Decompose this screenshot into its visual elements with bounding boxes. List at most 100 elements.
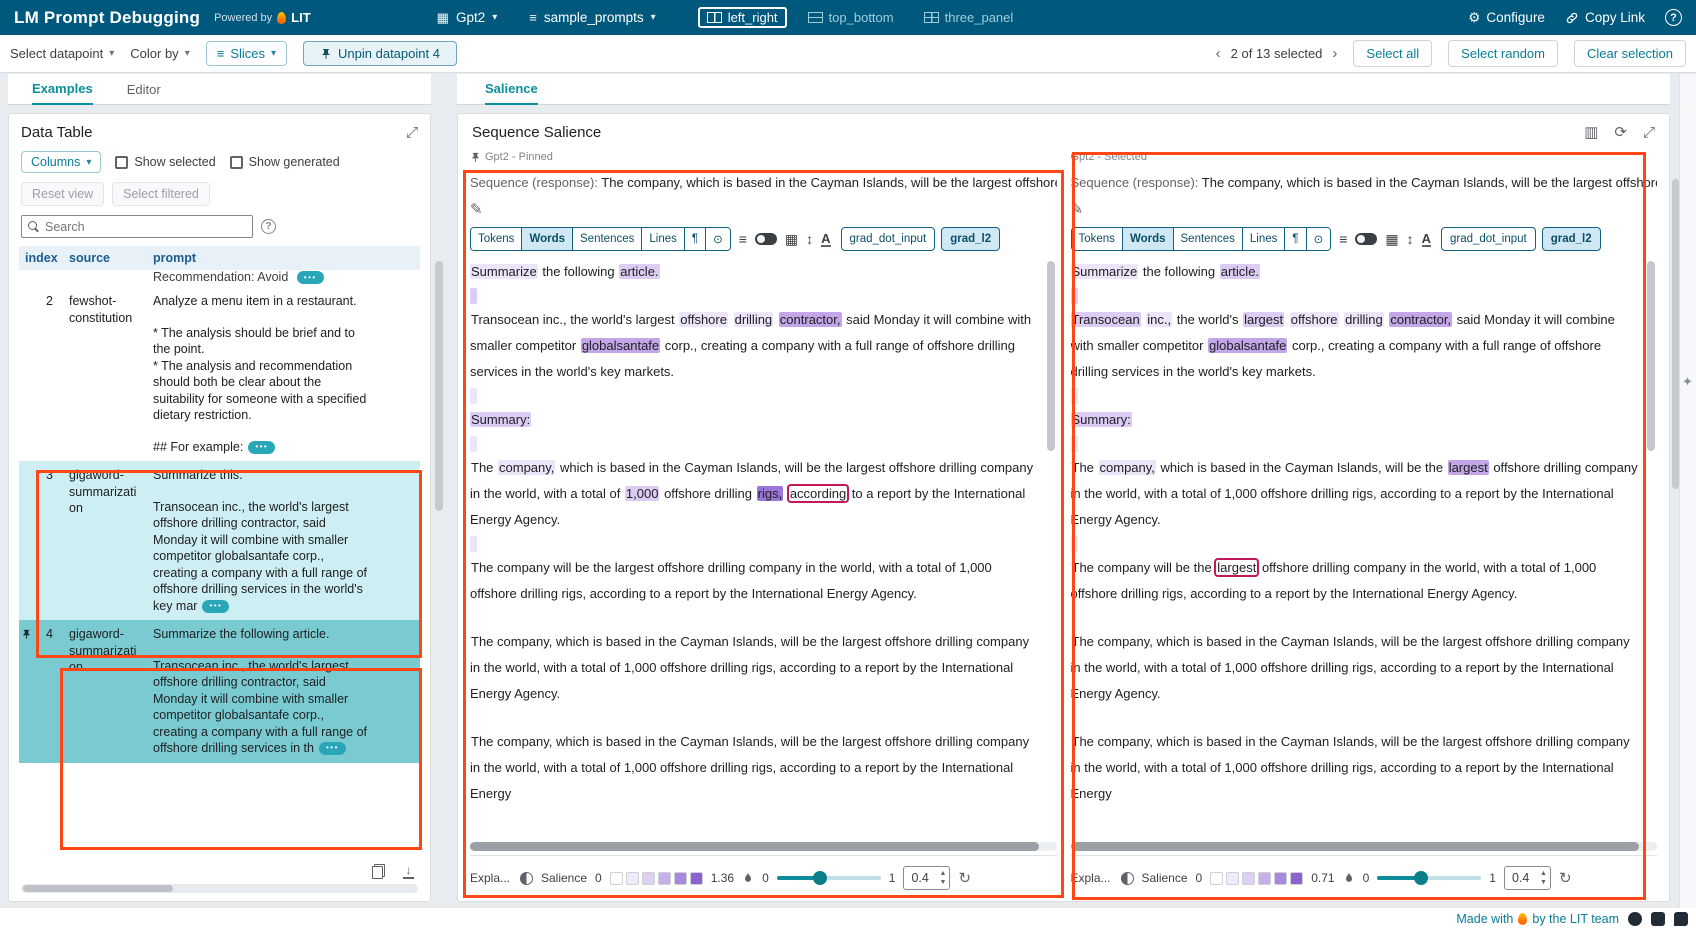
granularity-words[interactable]: Words <box>522 228 573 250</box>
heatmap-icon[interactable]: ▦ <box>785 231 798 248</box>
newline-token[interactable] <box>1071 536 1078 552</box>
heatmap-icon[interactable]: ▦ <box>1385 231 1398 248</box>
granularity-tokens[interactable]: Tokens <box>1072 228 1123 250</box>
show-selected-checkbox[interactable]: Show selected <box>115 155 215 169</box>
reset-icon[interactable]: ↻ <box>1559 869 1572 887</box>
edit-icon[interactable]: ✎ <box>1071 200 1658 218</box>
newline-token[interactable] <box>1071 288 1078 304</box>
token[interactable]: 1,000 <box>625 486 660 501</box>
expand-icon[interactable]: ⤢ <box>1643 125 1655 140</box>
method-grad_l2[interactable]: grad_l2 <box>941 227 1000 251</box>
explanation-dropdown[interactable]: Expla... <box>470 871 512 885</box>
token[interactable] <box>783 486 789 501</box>
token[interactable]: offshore drilling <box>659 486 756 501</box>
granularity-words[interactable]: Words <box>1123 228 1174 250</box>
text-color-icon[interactable]: A <box>1422 232 1431 247</box>
newline-token[interactable] <box>470 288 477 304</box>
table-row[interactable]: 4gigaword-summarizationSummarize the fol… <box>19 620 420 763</box>
select-all-button[interactable]: Select all <box>1353 40 1432 67</box>
table-row-partial[interactable]: Recommendation: Avoid ••• <box>19 270 420 287</box>
token[interactable]: inc., <box>1146 312 1172 327</box>
method-grad_l2[interactable]: grad_l2 <box>1542 227 1601 251</box>
newline-token[interactable] <box>470 388 477 404</box>
newline-token[interactable] <box>1071 436 1078 452</box>
token[interactable]: largest <box>1216 560 1257 575</box>
reset-view-button[interactable]: Reset view <box>21 182 104 206</box>
model-selector[interactable]: ▦ Gpt2 ▾ <box>437 10 498 26</box>
column-header-index[interactable]: index <box>25 251 59 265</box>
token[interactable]: Summarize <box>470 264 538 279</box>
token[interactable]: according <box>789 486 847 501</box>
ellipsis-chip[interactable]: ••• <box>319 742 346 755</box>
dot-circle-toggle[interactable]: ⊙ <box>706 228 730 250</box>
threshold-input[interactable]: 0.4▲▼ <box>1504 866 1551 890</box>
select-filtered-button[interactable]: Select filtered <box>112 182 210 206</box>
stepper-icons[interactable]: ▲▼ <box>1540 869 1547 887</box>
tab-editor[interactable]: Editor <box>127 82 161 104</box>
density-icon[interactable]: ≡ <box>1339 231 1347 247</box>
vertical-scrollbar[interactable] <box>1672 179 1679 489</box>
docs-icon[interactable] <box>1651 912 1665 926</box>
column-header-prompt[interactable]: prompt <box>141 251 369 265</box>
token[interactable]: company, <box>498 460 555 475</box>
token[interactable]: The company will be the <box>1071 560 1217 575</box>
dot-circle-toggle[interactable]: ⊙ <box>1307 228 1331 250</box>
tab-salience[interactable]: Salience <box>485 81 538 105</box>
horizontal-scrollbar[interactable] <box>21 884 418 893</box>
token[interactable] <box>773 312 779 327</box>
scroll-thumb[interactable] <box>470 842 1039 851</box>
columns-view-icon[interactable]: ▥ <box>1584 125 1598 140</box>
token[interactable]: drilling <box>734 312 774 327</box>
granularity-tokens[interactable]: Tokens <box>471 228 522 250</box>
intensity-slider[interactable] <box>777 871 881 885</box>
horizontal-scrollbar[interactable] <box>470 842 1057 851</box>
token[interactable]: Summarize <box>1071 264 1139 279</box>
vertical-scrollbar[interactable] <box>435 261 443 511</box>
slices-button[interactable]: ≡ Slices ▾ <box>206 41 287 66</box>
search-box[interactable] <box>21 215 253 238</box>
clear-selection-button[interactable]: Clear selection <box>1574 40 1686 67</box>
contrast-toggle[interactable] <box>755 233 777 245</box>
token[interactable]: article. <box>1220 264 1260 279</box>
token[interactable]: which is based in the Cayman Islands, wi… <box>1156 460 1448 475</box>
granularity-sentences[interactable]: Sentences <box>1174 228 1243 250</box>
token[interactable]: The company, which is based in the Cayma… <box>470 634 1029 701</box>
dataset-selector[interactable]: ≡ sample_prompts ▾ <box>529 10 655 25</box>
tab-examples[interactable]: Examples <box>32 81 93 105</box>
chevron-right-icon[interactable]: › <box>1332 45 1337 62</box>
density-icon[interactable]: ≡ <box>739 231 747 247</box>
granularity-lines[interactable]: Lines <box>642 228 685 250</box>
copy-icon[interactable] <box>372 864 385 879</box>
token[interactable]: globalsantafe <box>1208 338 1287 353</box>
token[interactable]: contractor, <box>779 312 842 327</box>
newline-token[interactable] <box>470 436 477 452</box>
token[interactable]: largest <box>1243 312 1284 327</box>
cycle-icon[interactable]: ⟳ <box>1614 125 1627 140</box>
help-icon[interactable]: ? <box>1665 9 1682 26</box>
scroll-thumb[interactable] <box>23 885 173 892</box>
newline-token[interactable] <box>1071 388 1078 404</box>
token[interactable]: Summary: <box>1071 412 1132 427</box>
token[interactable]: contractor, <box>1389 312 1452 327</box>
token[interactable]: The company, which is based in the Cayma… <box>470 734 1029 801</box>
sparkle-icon[interactable]: ✦ <box>1682 374 1693 390</box>
token[interactable] <box>728 312 734 327</box>
paragraph-toggle[interactable]: ¶ <box>1285 228 1306 250</box>
ellipsis-chip[interactable]: ••• <box>248 441 275 454</box>
contrast-toggle[interactable] <box>1355 233 1377 245</box>
token[interactable]: rigs, <box>757 486 784 501</box>
token[interactable]: offshore <box>679 312 728 327</box>
copy-link-button[interactable]: Copy Link <box>1565 10 1645 25</box>
stepper-icons[interactable]: ▲▼ <box>940 869 947 887</box>
configure-button[interactable]: ⚙ Configure <box>1468 10 1545 26</box>
vertical-scrollbar[interactable] <box>1047 261 1055 451</box>
columns-button[interactable]: Columns ▾ <box>21 151 101 173</box>
unpin-datapoint-button[interactable]: Unpin datapoint 4 <box>303 41 457 66</box>
help-icon[interactable]: ? <box>261 219 276 234</box>
token[interactable]: The company, which is based in the Cayma… <box>1071 734 1630 801</box>
edit-icon[interactable]: ✎ <box>470 200 1057 218</box>
token[interactable]: the following <box>538 264 620 279</box>
token[interactable]: Summary: <box>470 412 531 427</box>
chevron-left-icon[interactable]: ‹ <box>1216 45 1221 62</box>
token[interactable]: The company, which is based in the Cayma… <box>1071 634 1630 701</box>
